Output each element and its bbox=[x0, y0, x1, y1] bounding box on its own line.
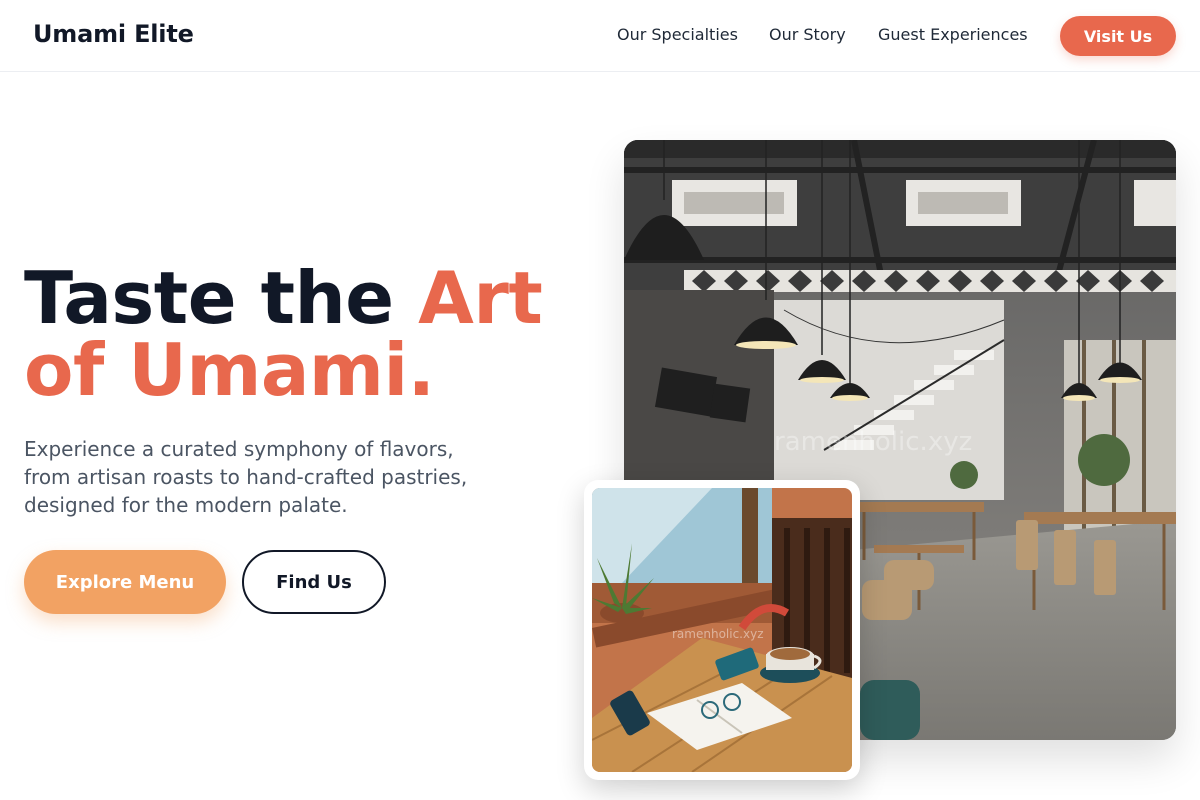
coffee-table-image: ramenholic.xyz bbox=[592, 488, 852, 772]
headline-accent1: Art bbox=[418, 256, 543, 340]
nav-link-our-story[interactable]: Our Story bbox=[769, 25, 846, 44]
explore-menu-button[interactable]: Explore Menu bbox=[24, 550, 226, 614]
headline-accent2: of Umami. bbox=[24, 328, 435, 412]
visit-us-button[interactable]: Visit Us bbox=[1060, 16, 1176, 56]
hero-headline: Taste the Art of Umami. bbox=[24, 262, 543, 406]
find-us-button[interactable]: Find Us bbox=[242, 550, 386, 614]
hero-subtitle: Experience a curated symphony of flavors… bbox=[24, 437, 468, 517]
nav-link-our-specialties[interactable]: Our Specialties bbox=[617, 25, 738, 44]
small-image-watermark: ramenholic.xyz bbox=[672, 627, 764, 641]
site-header: Umami Elite Our Specialties Our Story Gu… bbox=[0, 0, 1200, 72]
coffee-table-image-card: ramenholic.xyz bbox=[584, 480, 860, 780]
brand-logo[interactable]: Umami Elite bbox=[33, 20, 194, 48]
main-image-watermark: ramenholic.xyz bbox=[774, 427, 972, 457]
nav-link-guest-experiences[interactable]: Guest Experiences bbox=[878, 25, 1028, 44]
